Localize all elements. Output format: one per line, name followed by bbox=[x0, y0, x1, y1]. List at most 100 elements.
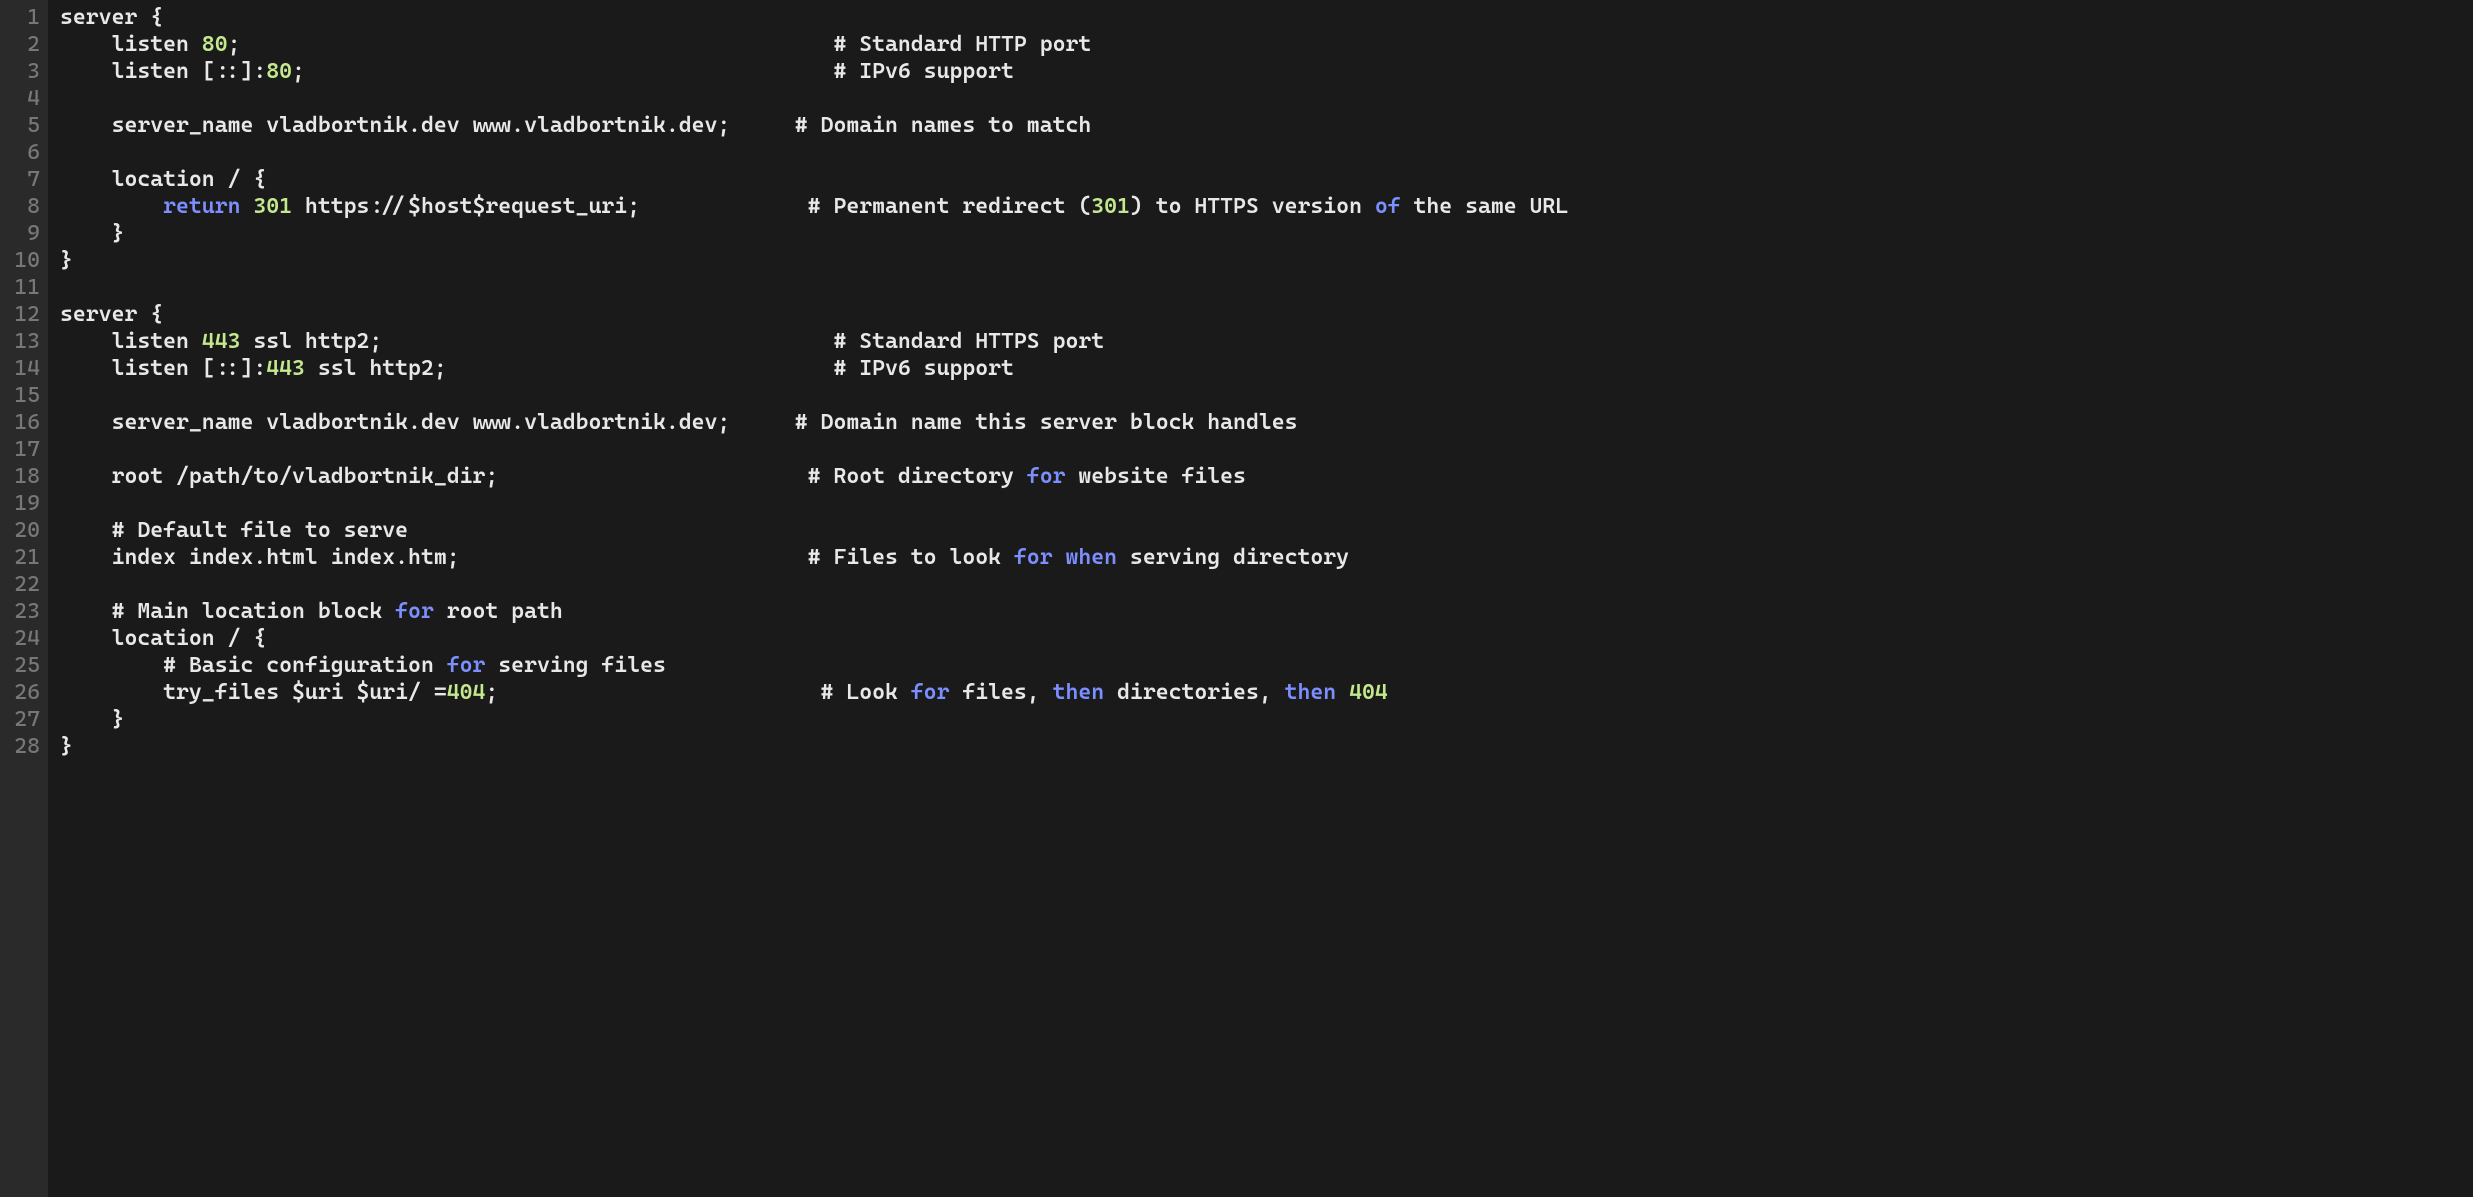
line-number: 24 bbox=[12, 625, 40, 652]
line-number: 1 bbox=[12, 4, 40, 31]
token-default bbox=[60, 518, 112, 543]
token-comment: the same URL bbox=[1401, 194, 1569, 219]
token-default: location / { bbox=[60, 626, 266, 651]
token-default: listen bbox=[60, 329, 202, 354]
token-default: server { bbox=[60, 5, 163, 30]
token-default: :: bbox=[215, 356, 241, 381]
code-line: location / { bbox=[60, 625, 2473, 652]
token-of: of bbox=[1375, 194, 1401, 219]
code-line: } bbox=[60, 220, 2473, 247]
line-number: 4 bbox=[12, 85, 40, 112]
token-default: index index.html index.htm; bbox=[60, 545, 808, 570]
token-comment: # Domain names to match bbox=[795, 113, 1091, 138]
token-comment: # IPv6 support bbox=[833, 59, 1013, 84]
code-line: return 301 https://$host$request_uri; # … bbox=[60, 193, 2473, 220]
line-number: 2 bbox=[12, 31, 40, 58]
line-number: 12 bbox=[12, 301, 40, 328]
token-comment: # Files to look bbox=[808, 545, 1014, 570]
line-number: 14 bbox=[12, 355, 40, 382]
token-default: } bbox=[60, 221, 124, 246]
token-comment: # Domain name this server block handles bbox=[795, 410, 1298, 435]
token-default: ]: bbox=[240, 356, 266, 381]
line-number: 3 bbox=[12, 58, 40, 85]
line-number: 19 bbox=[12, 490, 40, 517]
token-comment: serving directory bbox=[1117, 545, 1349, 570]
line-number: 17 bbox=[12, 436, 40, 463]
code-line bbox=[60, 85, 2473, 112]
token-for: for bbox=[1027, 464, 1066, 489]
line-number-gutter: 1234567891011121314151617181920212223242… bbox=[0, 0, 48, 1197]
code-line: } bbox=[60, 733, 2473, 760]
token-then: then bbox=[1053, 680, 1105, 705]
token-comment: website files bbox=[1065, 464, 1245, 489]
token-comment: ) to HTTPS version bbox=[1130, 194, 1375, 219]
line-number: 15 bbox=[12, 382, 40, 409]
token-default: :: bbox=[215, 59, 241, 84]
line-number: 9 bbox=[12, 220, 40, 247]
token-num: 443 bbox=[202, 329, 241, 354]
line-number: 26 bbox=[12, 679, 40, 706]
line-number: 25 bbox=[12, 652, 40, 679]
code-line: server_name vladbortnik.dev www.vladbort… bbox=[60, 409, 2473, 436]
code-line: server_name vladbortnik.dev www.vladbort… bbox=[60, 112, 2473, 139]
token-default bbox=[60, 653, 163, 678]
token-comment: # Main location block bbox=[112, 599, 396, 624]
token-default: server_name vladbortnik.dev www.vladbort… bbox=[60, 410, 795, 435]
token-for: for bbox=[395, 599, 434, 624]
token-default bbox=[60, 194, 163, 219]
token-default: root /path/to/vladbortnik_dir; bbox=[60, 464, 808, 489]
token-comment: # Permanent redirect ( bbox=[808, 194, 1092, 219]
line-number: 16 bbox=[12, 409, 40, 436]
line-number: 10 bbox=[12, 247, 40, 274]
line-number: 5 bbox=[12, 112, 40, 139]
token-comment: directories, bbox=[1104, 680, 1284, 705]
code-line: index index.html index.htm; # Files to l… bbox=[60, 544, 2473, 571]
token-comment: # Basic configuration bbox=[163, 653, 447, 678]
token-default: try_files $uri $uri/ = bbox=[60, 680, 447, 705]
token-default bbox=[60, 599, 112, 624]
line-number: 13 bbox=[12, 328, 40, 355]
code-line: listen 80; # Standard HTTP port bbox=[60, 31, 2473, 58]
token-comment: root path bbox=[434, 599, 563, 624]
line-number: 8 bbox=[12, 193, 40, 220]
token-when: when bbox=[1065, 545, 1117, 570]
token-kw: return bbox=[163, 194, 240, 219]
line-number: 22 bbox=[12, 571, 40, 598]
token-comment: # IPv6 support bbox=[833, 356, 1013, 381]
line-number: 27 bbox=[12, 706, 40, 733]
token-default: listen [ bbox=[60, 59, 215, 84]
token-for: for bbox=[911, 680, 950, 705]
token-comment: # Default file to serve bbox=[112, 518, 408, 543]
line-number: 7 bbox=[12, 166, 40, 193]
token-default: ; bbox=[485, 680, 820, 705]
token-default: listen bbox=[60, 32, 202, 57]
token-default: ; bbox=[292, 59, 833, 84]
code-line: } bbox=[60, 247, 2473, 274]
token-comment bbox=[1053, 545, 1066, 570]
token-default: ssl http2; bbox=[240, 329, 833, 354]
code-line: listen [::]:443 ssl http2; # IPv6 suppor… bbox=[60, 355, 2473, 382]
code-line: server { bbox=[60, 4, 2473, 31]
token-num: 301 bbox=[253, 194, 292, 219]
code-area[interactable]: server { listen 80; # Standard HTTP port… bbox=[48, 0, 2473, 1197]
token-for: for bbox=[447, 653, 486, 678]
code-line: # Default file to serve bbox=[60, 517, 2473, 544]
token-default: location / { bbox=[60, 167, 266, 192]
code-line bbox=[60, 382, 2473, 409]
code-line: } bbox=[60, 706, 2473, 733]
token-comment: files, bbox=[949, 680, 1052, 705]
line-number: 28 bbox=[12, 733, 40, 760]
token-default: } bbox=[60, 734, 73, 759]
code-line: listen [::]:80; # IPv6 support bbox=[60, 58, 2473, 85]
token-num: 80 bbox=[202, 32, 228, 57]
token-default: https://$host$request_uri; bbox=[292, 194, 808, 219]
token-num: 301 bbox=[1091, 194, 1130, 219]
token-num: 404 bbox=[447, 680, 486, 705]
code-line: # Basic configuration for serving files bbox=[60, 652, 2473, 679]
code-line bbox=[60, 139, 2473, 166]
token-comment bbox=[1336, 680, 1349, 705]
line-number: 18 bbox=[12, 463, 40, 490]
code-line: server { bbox=[60, 301, 2473, 328]
token-default: ssl http2; bbox=[305, 356, 834, 381]
token-then: then bbox=[1285, 680, 1337, 705]
